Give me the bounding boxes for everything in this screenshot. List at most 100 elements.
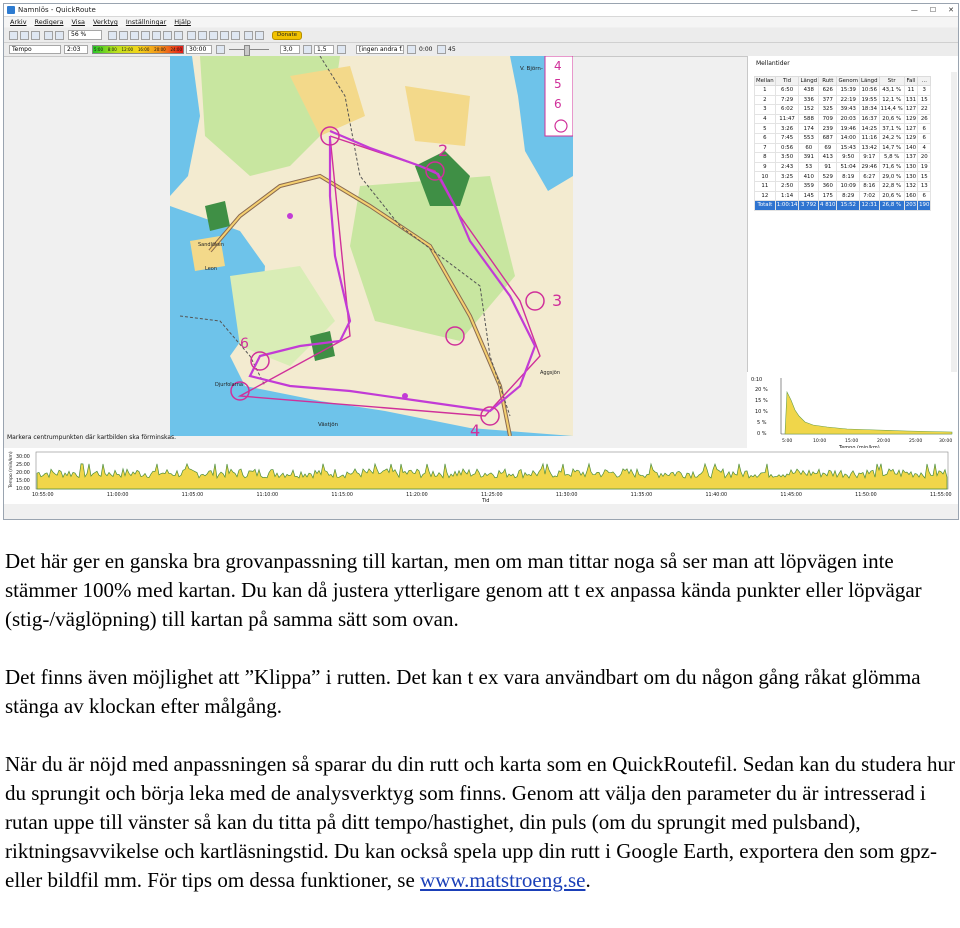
parameter-select[interactable]: Tempo: [9, 45, 61, 54]
tempo-time-graph[interactable]: Tempo (min/km) 30:00 25:00 20:00 15:00 1…: [4, 448, 958, 504]
lap-row[interactable]: 3 6:02 152 325 39:43 18:34 114,4 % 127 22: [754, 104, 932, 115]
color-gradient-bar[interactable]: 5:00 8:00 12:00 16:00 20:00 24:00: [92, 45, 184, 54]
google-earth-icon[interactable]: [220, 31, 229, 40]
menu-redigera[interactable]: Redigera: [35, 17, 64, 27]
undo-icon[interactable]: [163, 31, 172, 40]
laps-title: Mellantider: [756, 60, 790, 67]
help-icon[interactable]: [255, 31, 264, 40]
zoom-out-icon[interactable]: [55, 31, 64, 40]
lap-row[interactable]: 4 11:47 588 709 20:03 16:37 20,6 % 129 26: [754, 113, 932, 125]
col-header[interactable]: Mellan: [754, 76, 776, 86]
adjust-route-icon[interactable]: [119, 31, 128, 40]
lap-cell: 1: [754, 85, 776, 96]
lap-total-cell: Totalt: [754, 200, 776, 211]
place-label: Västjön: [318, 422, 339, 428]
menu-arkiv[interactable]: Arkiv: [10, 17, 27, 27]
range-start-input[interactable]: 2:03: [64, 45, 88, 54]
maximize-button[interactable]: ☐: [930, 4, 936, 16]
lap-icon[interactable]: [337, 45, 346, 54]
laps-table-icon[interactable]: [244, 31, 253, 40]
lap-cell: 14:25: [858, 123, 880, 134]
lap-cell: 24,2 %: [878, 132, 905, 144]
col-header[interactable]: Längd: [858, 76, 880, 86]
export-icon[interactable]: [209, 31, 218, 40]
lap-cell: 19:46: [836, 123, 860, 134]
lap-cell: 3: [917, 85, 932, 96]
col-header[interactable]: Genom: [836, 76, 860, 86]
print-icon[interactable]: [231, 31, 240, 40]
menu-verktyg[interactable]: Verktyg: [93, 17, 118, 27]
lap-cell: 39:43: [836, 104, 860, 115]
col-header[interactable]: Tid: [774, 76, 800, 86]
orienteering-map[interactable]: 2 3 6 4 V. Björn- ljön Sandlöken Leon Dj…: [170, 56, 573, 436]
route-settings-icon[interactable]: [187, 31, 196, 40]
new-file-icon[interactable]: [9, 31, 18, 40]
lap-cell: 9:17: [858, 152, 880, 163]
window-title: Namnlös - QuickRoute: [18, 6, 96, 14]
lap-row[interactable]: 1 6:50 438 626 15:39 10:56 43,1 % 11 3: [754, 85, 932, 96]
zoom-tool-icon[interactable]: [130, 31, 139, 40]
smoothing-input[interactable]: 3,0: [280, 45, 300, 54]
close-button[interactable]: ✕: [948, 4, 954, 16]
lap-tool-icon[interactable]: [152, 31, 161, 40]
lap-cell: 6: [917, 123, 932, 134]
menu-visa[interactable]: Visa: [71, 17, 84, 27]
matstroeng-link[interactable]: www.matstroeng.se: [420, 868, 585, 892]
gradient-tick: 16:00: [137, 47, 150, 52]
lap-row[interactable]: 7 0:56 60 69 15:43 13:42 14,7 % 140 4: [754, 142, 932, 154]
lap-row[interactable]: 5 3:26 174 239 19:46 14:25 37,1 % 127 6: [754, 123, 932, 134]
lap-cell: 43,1 %: [878, 85, 905, 96]
lap-row[interactable]: 8 3:50 391 413 9:50 9:17 5,8 % 137 20: [754, 152, 932, 163]
col-header[interactable]: Fall: [903, 76, 919, 86]
col-header[interactable]: Str: [878, 76, 905, 86]
article-paragraph-2: Det finns även möjlighet att ”Klippa” i …: [5, 665, 921, 718]
lap-cell: 8:19: [836, 171, 860, 182]
col-header[interactable]: …: [917, 76, 932, 86]
lap-total-cell: 15:52: [836, 200, 860, 211]
transparency-slider-handle[interactable]: [244, 45, 250, 56]
lap-cell: 6: [917, 132, 932, 144]
lap-total-cell: 3 792: [798, 200, 820, 211]
graph-y-tick: 20:00: [16, 470, 30, 476]
lap-cell: 7:02: [858, 190, 880, 202]
save-file-icon[interactable]: [31, 31, 40, 40]
col-header[interactable]: Längd: [798, 76, 820, 86]
lap-select[interactable]: [ingen andra f.: [356, 45, 404, 54]
range-end-input[interactable]: 30:00: [186, 45, 212, 54]
lap-total-row[interactable]: Totalt 1:00:14 3 792 4 810 15:52 12:31 26,8 % 2…: [754, 200, 932, 211]
menu-installningar[interactable]: Inställningar: [126, 17, 166, 27]
place-label: Aggsjön: [540, 370, 560, 376]
donate-button[interactable]: Donate: [272, 31, 302, 40]
pan-tool-icon[interactable]: [108, 31, 117, 40]
lap-row[interactable]: 2 7:29 336 377 22:19 19:55 12,1 % 131 15: [754, 94, 932, 106]
dist-x-tick: 10:00: [813, 438, 826, 444]
width-input[interactable]: 1,5: [314, 45, 334, 54]
cut-route-icon[interactable]: [141, 31, 150, 40]
zoom-select[interactable]: 56 %: [68, 30, 102, 40]
lap-row[interactable]: 12 1:14 145 175 8:29 7:02 20,6 % 160 6: [754, 190, 932, 202]
lap-total-cell: 190: [917, 200, 932, 211]
color-settings-icon[interactable]: [216, 45, 225, 54]
lap-row[interactable]: 6 7:45 553 687 14:00 11:16 24,2 % 129 6: [754, 132, 932, 144]
lap-row[interactable]: 11 2:50 359 360 10:09 8:16 22,8 % 132 13: [754, 180, 932, 192]
menu-hjalp[interactable]: Hjälp: [174, 17, 191, 27]
graph-x-tick: 11:50:00: [855, 492, 877, 498]
dist-x-tick: 30:00: [939, 438, 952, 444]
adjust-handle: [287, 213, 293, 219]
minimize-button[interactable]: —: [911, 4, 918, 16]
lap-cell: 127: [903, 104, 919, 115]
open-file-icon[interactable]: [20, 31, 29, 40]
col-header[interactable]: Rutt: [818, 76, 838, 86]
lap-cell: 7: [754, 142, 776, 154]
lap-row[interactable]: 10 3:25 410 529 8:19 6:27 29,0 % 130 15: [754, 171, 932, 182]
width-icon[interactable]: [303, 45, 312, 54]
dist-y-tick: 0 %: [757, 431, 767, 437]
graph-x-tick: 11:15:00: [331, 492, 353, 498]
map-settings-icon[interactable]: [198, 31, 207, 40]
zoom-in-icon[interactable]: [44, 31, 53, 40]
lap-row[interactable]: 9 2:43 53 91 51:04 29:46 71,6 % 130 19: [754, 161, 932, 173]
lap-cell: 6: [917, 190, 932, 202]
redo-icon[interactable]: [174, 31, 183, 40]
graph-y-tick: 10:00: [16, 486, 30, 492]
map-canvas[interactable]: 2 3 6 4 V. Björn- ljön Sandlöken Leon Dj…: [170, 56, 573, 436]
